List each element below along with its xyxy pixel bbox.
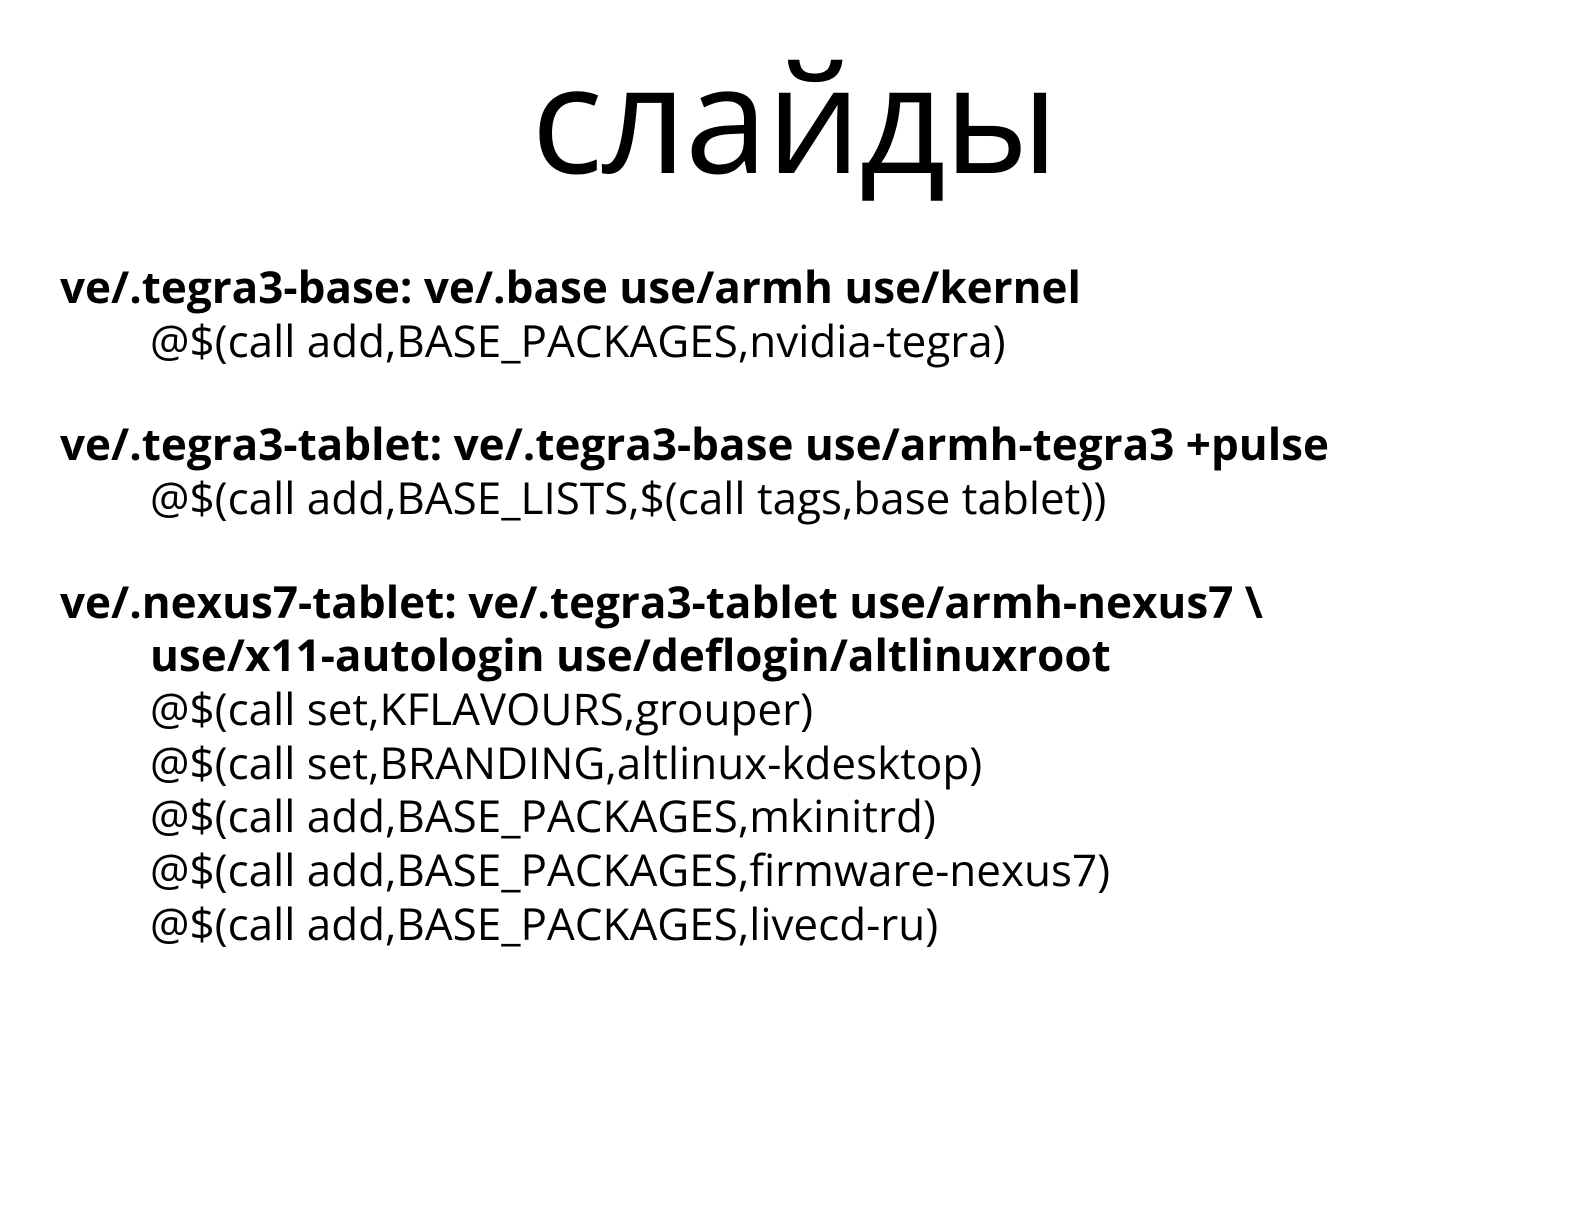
make-command: @$(call add,BASE_PACKAGES,mkinitrd) — [60, 789, 1528, 843]
make-block-2: ve/.nexus7-tablet: ve/.tegra3-tablet use… — [60, 575, 1528, 951]
make-command: @$(call add,BASE_PACKAGES,livecd-ru) — [60, 897, 1528, 951]
make-command: @$(call add,BASE_LISTS,$(call tags,base … — [60, 471, 1528, 525]
make-command: @$(call add,BASE_PACKAGES,firmware-nexus… — [60, 843, 1528, 897]
make-rule: ve/.tegra3-base: ve/.base use/armh use/k… — [60, 260, 1528, 314]
make-block-1: ve/.tegra3-tablet: ve/.tegra3-base use/a… — [60, 417, 1528, 524]
slide: слайды ve/.tegra3-base: ve/.base use/arm… — [0, 40, 1588, 1230]
make-rule: ve/.nexus7-tablet: ve/.tegra3-tablet use… — [60, 575, 1528, 629]
make-block-0: ve/.tegra3-base: ve/.base use/armh use/k… — [60, 260, 1528, 367]
make-rule: ve/.tegra3-tablet: ve/.tegra3-base use/a… — [60, 417, 1528, 471]
make-command: @$(call set,KFLAVOURS,grouper) — [60, 682, 1528, 736]
make-rule-continuation: use/x11-autologin use/deflogin/altlinuxr… — [60, 628, 1528, 682]
make-command: @$(call add,BASE_PACKAGES,nvidia-tegra) — [60, 314, 1528, 368]
make-command: @$(call set,BRANDING,altlinux-kdesktop) — [60, 736, 1528, 790]
slide-title: слайды — [60, 40, 1528, 190]
